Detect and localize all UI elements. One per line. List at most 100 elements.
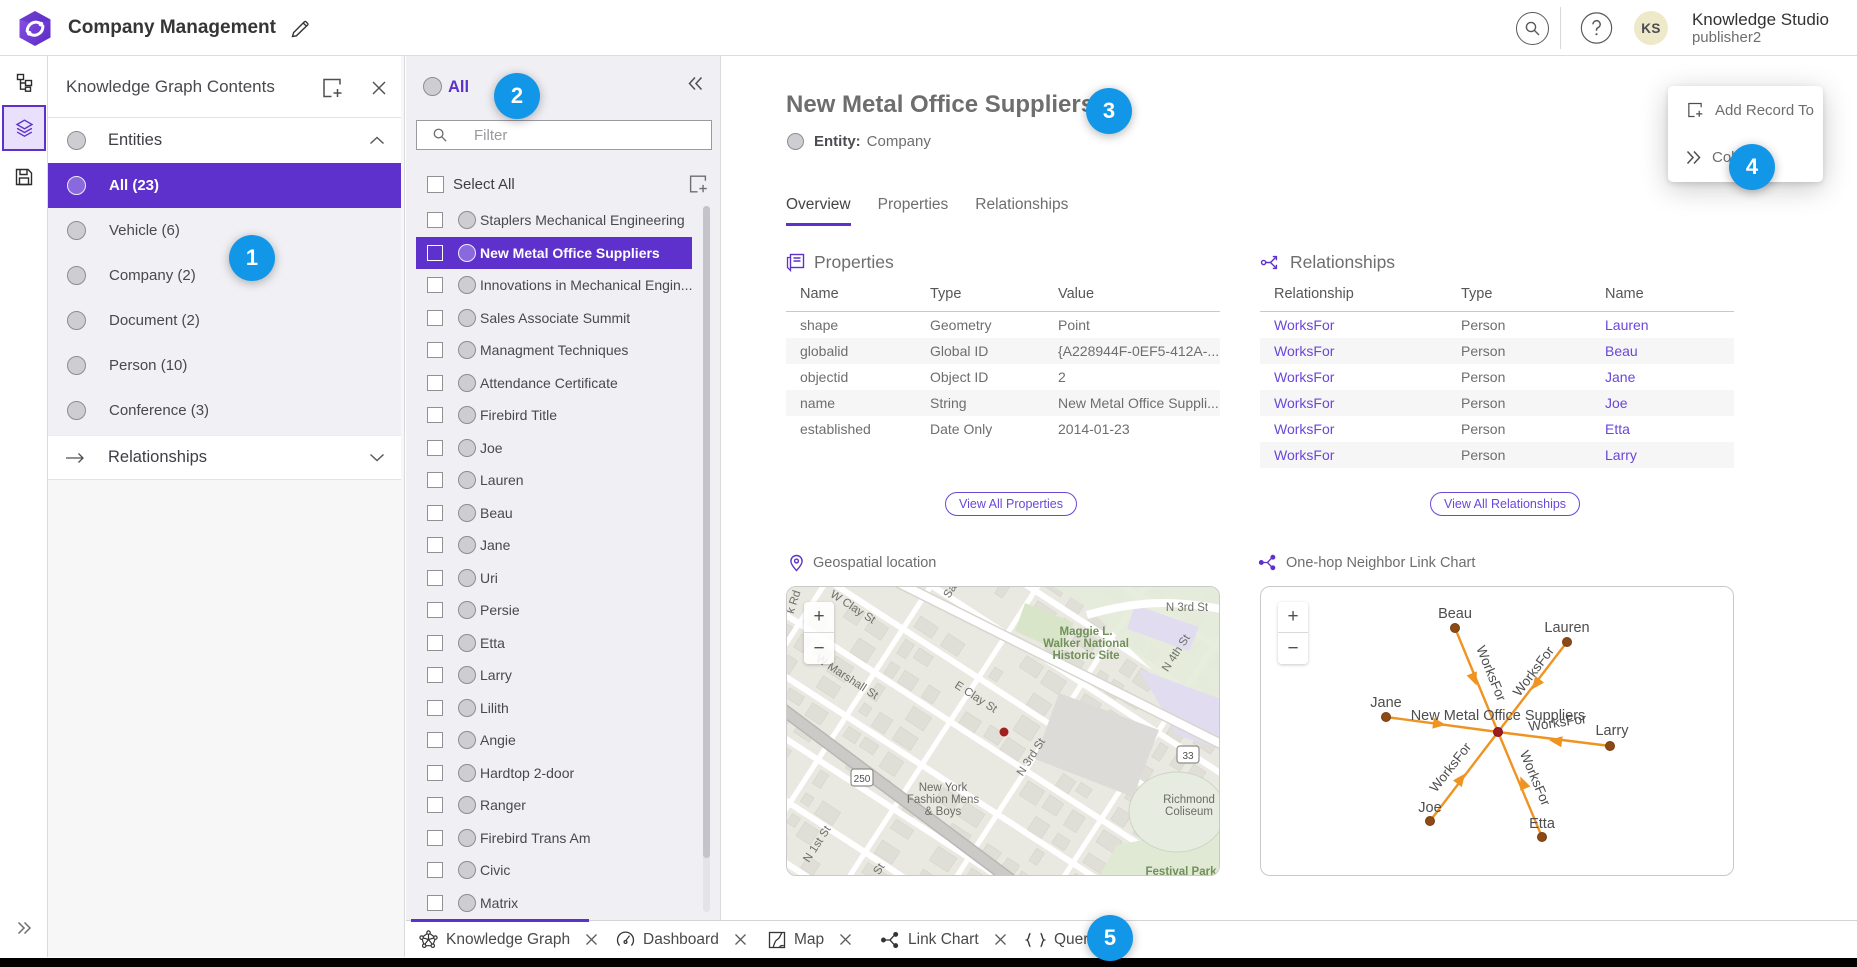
list-item-checkbox[interactable] (427, 765, 443, 781)
record-link[interactable]: Joe (1605, 395, 1628, 411)
view-all-relationships-button[interactable]: View All Relationships (1430, 492, 1580, 516)
record-link[interactable]: Jane (1605, 369, 1635, 385)
view-tab-link-chart[interactable]: Link Chart (880, 921, 1007, 958)
zoom-out-button[interactable]: − (804, 633, 834, 664)
filter-field[interactable] (416, 120, 712, 150)
collapse-panel-button[interactable] (687, 76, 711, 100)
view-tab-map[interactable]: Map (768, 921, 852, 958)
list-item[interactable]: Matrix (416, 887, 692, 920)
record-link[interactable]: WorksFor (1274, 421, 1334, 437)
graph-node[interactable] (1606, 742, 1615, 751)
list-item-checkbox[interactable] (427, 635, 443, 651)
close-panel-button[interactable] (366, 75, 392, 101)
list-item[interactable]: Hardtop 2-door (416, 757, 692, 790)
list-item[interactable]: Sales Associate Summit (416, 302, 692, 335)
sidebar-item-save[interactable] (0, 153, 48, 201)
close-tab-icon[interactable] (585, 933, 598, 946)
select-all-row[interactable]: Select All (406, 164, 720, 204)
close-tab-icon[interactable] (994, 933, 1007, 946)
list-item[interactable]: Ranger (416, 789, 692, 822)
record-link[interactable]: Beau (1605, 343, 1638, 359)
help-button[interactable] (1580, 12, 1613, 45)
list-item-checkbox[interactable] (427, 732, 443, 748)
menu-item-add-record-to[interactable]: Add Record To (1668, 87, 1823, 133)
list-item[interactable]: Persie (416, 594, 692, 627)
record-link[interactable]: WorksFor (1274, 317, 1334, 333)
record-tab[interactable]: Overview (786, 196, 851, 226)
list-item-checkbox[interactable] (427, 310, 443, 326)
view-tab-dashboard[interactable]: Dashboard (616, 921, 747, 958)
record-link[interactable]: WorksFor (1274, 447, 1334, 463)
sidebar-item-data-model[interactable] (0, 58, 48, 106)
graph-node[interactable] (1538, 833, 1547, 842)
list-item[interactable]: Staplers Mechanical Engineering (416, 204, 692, 237)
list-item-checkbox[interactable] (427, 375, 443, 391)
record-link[interactable]: WorksFor (1274, 369, 1334, 385)
relationships-group-row[interactable]: Relationships (48, 435, 401, 480)
list-item-checkbox[interactable] (427, 602, 443, 618)
entity-type-item[interactable]: Conference (3) (48, 388, 401, 433)
record-link[interactable]: Lauren (1605, 317, 1649, 333)
list-item-checkbox[interactable] (427, 667, 443, 683)
list-item-checkbox[interactable] (427, 537, 443, 553)
record-link[interactable]: WorksFor (1274, 343, 1334, 359)
list-item-checkbox[interactable] (427, 570, 443, 586)
entity-type-item[interactable]: Document (2) (48, 298, 401, 343)
expand-rail-button[interactable] (0, 913, 48, 943)
list-item-checkbox[interactable] (427, 407, 443, 423)
list-item[interactable]: Jane (416, 529, 692, 562)
sidebar-item-contents[interactable] (2, 105, 46, 151)
list-item[interactable]: Uri (416, 562, 692, 595)
add-record-button[interactable] (686, 172, 710, 196)
view-all-properties-button[interactable]: View All Properties (945, 492, 1077, 516)
list-item[interactable]: Innovations in Mechanical Engin... (416, 269, 692, 302)
filter-input[interactable] (460, 127, 700, 144)
record-tab[interactable]: Properties (878, 196, 949, 226)
list-item-checkbox[interactable] (427, 830, 443, 846)
view-tab-knowledge-graph[interactable]: Knowledge Graph (419, 921, 598, 958)
graph-node[interactable] (1382, 713, 1391, 722)
graph-node[interactable] (1426, 817, 1435, 826)
geospatial-map-card[interactable]: k RdW Clay StSaW Marshall StE Clay StN 3… (786, 586, 1220, 876)
add-record-button[interactable] (319, 75, 345, 101)
edit-title-button[interactable] (288, 17, 312, 41)
avatar[interactable]: KS (1634, 11, 1668, 45)
close-tab-icon[interactable] (839, 933, 852, 946)
list-item[interactable]: Larry (416, 659, 692, 692)
record-link[interactable]: WorksFor (1274, 395, 1334, 411)
list-item[interactable]: Joe (416, 432, 692, 465)
list-item-checkbox[interactable] (427, 212, 443, 228)
linkchart-canvas[interactable]: WorksForWorksForWorksForWorksForWorksFor… (1261, 587, 1734, 876)
entity-type-item[interactable]: Company (2) (48, 253, 401, 298)
list-item[interactable]: Lauren (416, 464, 692, 497)
list-scrollbar[interactable] (703, 206, 710, 912)
list-item-checkbox[interactable] (427, 700, 443, 716)
list-item[interactable]: Beau (416, 497, 692, 530)
entity-type-item[interactable]: Vehicle (6) (48, 208, 401, 253)
zoom-out-button[interactable]: − (1278, 633, 1308, 664)
graph-node[interactable] (1451, 624, 1460, 633)
list-item-checkbox[interactable] (427, 277, 443, 293)
list-item[interactable]: Managment Techniques (416, 334, 692, 367)
entity-type-item[interactable]: All (23) (48, 163, 401, 208)
list-item-checkbox[interactable] (427, 245, 443, 261)
list-item[interactable]: Angie (416, 724, 692, 757)
list-scrollbar-thumb[interactable] (703, 206, 710, 858)
record-tab[interactable]: Relationships (975, 196, 1068, 226)
list-item[interactable]: Firebird Title (416, 399, 692, 432)
record-link[interactable]: Etta (1605, 421, 1630, 437)
list-item[interactable]: Lilith (416, 692, 692, 725)
chevron-down-icon[interactable] (369, 453, 385, 462)
list-item[interactable]: Attendance Certificate (416, 367, 692, 400)
entities-group-row[interactable]: Entities (48, 118, 401, 163)
list-item-checkbox[interactable] (427, 342, 443, 358)
close-tab-icon[interactable] (734, 933, 747, 946)
list-item[interactable]: Etta (416, 627, 692, 660)
record-link[interactable]: Larry (1605, 447, 1637, 463)
list-item[interactable]: Civic (416, 854, 692, 887)
select-all-checkbox[interactable] (427, 176, 444, 193)
zoom-in-button[interactable]: + (1278, 602, 1308, 633)
list-item-checkbox[interactable] (427, 440, 443, 456)
zoom-in-button[interactable]: + (804, 602, 834, 633)
list-item-checkbox[interactable] (427, 797, 443, 813)
